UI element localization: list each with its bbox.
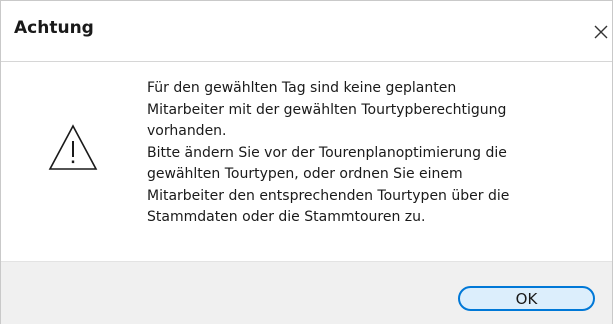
alert-dialog: Achtung Für den gewählten Tag sind keine… [0,0,613,324]
dialog-message: Für den gewählten Tag sind keine geplant… [147,80,510,225]
warning-triangle-icon [48,123,98,173]
dialog-footer: OK [1,261,612,324]
dialog-title: Achtung [14,18,94,38]
title-bar: Achtung [1,1,612,61]
dialog-content: Für den gewählten Tag sind keine geplant… [1,62,612,261]
ok-button[interactable]: OK [458,286,595,311]
close-icon[interactable] [590,21,612,43]
